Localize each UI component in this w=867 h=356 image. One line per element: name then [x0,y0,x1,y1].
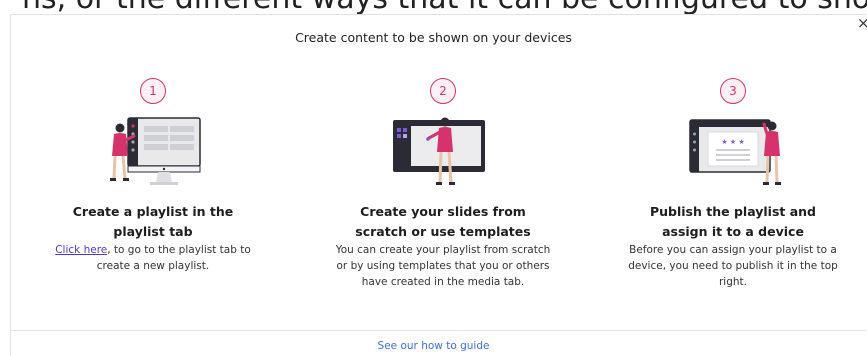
playlist-monitor-illustration [110,117,201,185]
step-description-text: , to go to the playlist tab to create a … [96,244,251,272]
publish-screen-illustration: ★ ★ ★ [689,119,781,185]
step-title-line: Create your slides from [360,204,526,219]
svg-text:★ ★ ★: ★ ★ ★ [721,138,744,146]
click-here-link[interactable]: Click here [55,244,107,256]
step-description: Click here, to go to the playlist tab to… [43,242,263,274]
step-title-line: scratch or use templates [355,224,531,239]
step-title: Create a playlist in the playlist tab [23,202,283,242]
step-number-badge: 3 [720,78,746,104]
step-title: Create your slides from scratch or use t… [313,202,573,242]
step-description: You can create your playlist from scratc… [335,244,551,288]
slide-editor-illustration [393,117,485,185]
footer-divider [10,330,867,331]
step-number-badge: 1 [140,78,166,104]
step-1: 1 Create a playlist in the playlist tab … [23,78,283,274]
step-description: Before you can assign your playlist to a… [628,244,838,288]
modal-title: Create content to be shown on your devic… [295,30,572,45]
step-number-badge: 2 [430,78,456,104]
step-title-line: Publish the playlist and [649,204,817,219]
how-to-guide-link[interactable]: See our how to guide [0,340,867,352]
step-2: 2 Create your slides from scratch or use… [313,78,573,290]
step-title: Publish the playlist and assign it to a … [603,202,863,242]
step-title-line: Create a playlist in the [72,204,234,219]
close-icon[interactable]: × [857,16,867,31]
step-3: 3 ★ ★ ★ Publish the playlist and assign … [603,78,863,290]
step-title-line: assign it to a device [662,224,804,239]
step-title-line: playlist tab [113,224,193,239]
